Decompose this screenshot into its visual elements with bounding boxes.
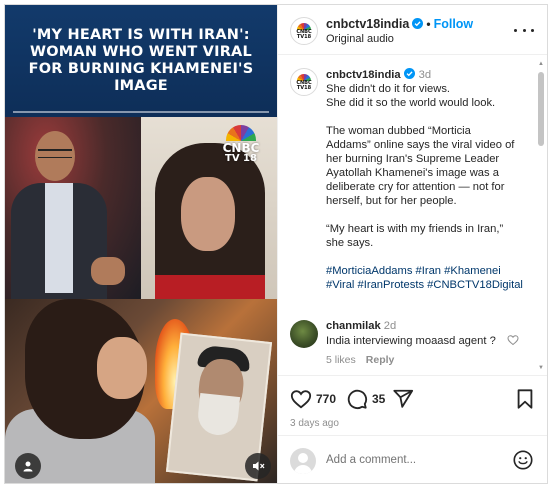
mute-icon <box>252 461 264 471</box>
caption-line: She didn't do it for views. <box>326 83 451 95</box>
follow-button[interactable]: Follow <box>434 17 474 31</box>
account-avatar[interactable]: CNBC TV18 <box>290 17 318 45</box>
verified-icon <box>412 18 424 29</box>
verified-icon <box>403 68 415 79</box>
more-icon <box>514 28 517 32</box>
header-row: cnbctv18india • Follow <box>326 17 473 31</box>
caption-line: She did it so the world would look. <box>326 97 496 109</box>
burning-image-photo <box>5 299 277 483</box>
caption-line: “My heart is with my friends in Iran,” <box>326 223 504 235</box>
caption-line: Ayatollah Khamenei's image was a <box>326 167 499 179</box>
post-dialog: 'MY HEART IS WITH IRAN': WOMAN WHO WENT … <box>4 4 548 484</box>
commenter-username[interactable]: chanmilak <box>326 320 381 332</box>
comment-icon[interactable] <box>346 388 368 410</box>
post-date[interactable]: 3 days ago <box>290 418 339 429</box>
header-separator: • <box>426 17 431 31</box>
like-count[interactable]: 770 <box>316 392 336 406</box>
scroll-thumb[interactable] <box>538 72 544 146</box>
post-header: CNBC TV18 cnbctv18india • Follow Original … <box>278 5 547 55</box>
current-user-avatar <box>290 448 316 474</box>
comment-like-icon[interactable] <box>507 334 519 346</box>
comments-scrollbar[interactable]: ▲ ▼ <box>537 60 545 372</box>
caption-line: herself, but for her people. <box>326 195 457 207</box>
caption-line: her burning Iran's Supreme Leader <box>326 153 500 165</box>
user-tag-icon <box>23 461 33 472</box>
comment-time[interactable]: 2d <box>384 320 396 332</box>
original-audio-link[interactable]: Original audio <box>326 33 394 45</box>
commenter-avatar[interactable] <box>290 320 318 348</box>
post-side-panel: CNBC TV18 cnbctv18india • Follow Original … <box>277 5 547 483</box>
comment-count[interactable]: 35 <box>372 392 385 406</box>
caption-avatar[interactable]: CNBC TV18 <box>290 68 318 96</box>
account-username[interactable]: cnbctv18india <box>326 17 409 31</box>
bookmark-icon[interactable] <box>514 388 536 410</box>
post-media[interactable]: 'MY HEART IS WITH IRAN': WOMAN WHO WENT … <box>5 5 277 483</box>
comment-text: India interviewing moaasd agent ? <box>326 335 496 347</box>
comment-input[interactable] <box>326 450 496 470</box>
caption-line: The woman dubbed “Morticia <box>326 125 471 137</box>
woman-portrait-photo: CNBC TV 18 <box>141 117 277 299</box>
scroll-up-icon[interactable]: ▲ <box>537 60 545 68</box>
add-comment-bar <box>278 435 547 483</box>
caption-time[interactable]: 3d <box>419 69 431 81</box>
emoji-icon[interactable] <box>512 449 534 471</box>
cnbc-tv18-logo: CNBC TV 18 <box>211 125 271 173</box>
scroll-down-icon[interactable]: ▼ <box>537 364 545 372</box>
caption-username[interactable]: cnbctv18india <box>326 69 401 81</box>
hashtag-links[interactable]: #Viral #IranProtests #CNBCTV18Digital <box>326 279 523 291</box>
hashtag-links[interactable]: #MorticiaAddams #Iran #Khamenei <box>326 265 501 277</box>
comment-meta: 5 likes Reply <box>326 354 394 366</box>
more-options-button[interactable] <box>514 22 534 38</box>
caption-line: Addams” online says the viral video of <box>326 139 515 151</box>
media-headline: 'MY HEART IS WITH IRAN': WOMAN WHO WENT … <box>28 27 254 94</box>
caption: cnbctv18india 3d She didn't do it for vie… <box>326 68 534 292</box>
caption-line: she says. <box>326 237 374 249</box>
comment-likes[interactable]: 5 likes <box>326 354 356 366</box>
heart-icon[interactable] <box>290 388 312 410</box>
mute-button[interactable] <box>245 453 271 479</box>
peacock-icon <box>226 125 256 141</box>
reply-button[interactable]: Reply <box>366 354 395 366</box>
post-actions: 770 35 3 days ago <box>278 375 547 435</box>
comments-area[interactable]: CNBC TV18 cnbctv18india 3d She didn't do … <box>278 56 547 374</box>
share-icon[interactable] <box>392 388 414 410</box>
logo-line2: TV 18 <box>225 153 257 164</box>
anchor-photo <box>5 117 141 299</box>
caption-line: deliberate cry for attention — not for <box>326 181 505 193</box>
user-tag-button[interactable] <box>15 453 41 479</box>
comment: chanmilak 2d India interviewing moaasd ag… <box>326 319 506 349</box>
headline-band: 'MY HEART IS WITH IRAN': WOMAN WHO WENT … <box>5 5 277 117</box>
